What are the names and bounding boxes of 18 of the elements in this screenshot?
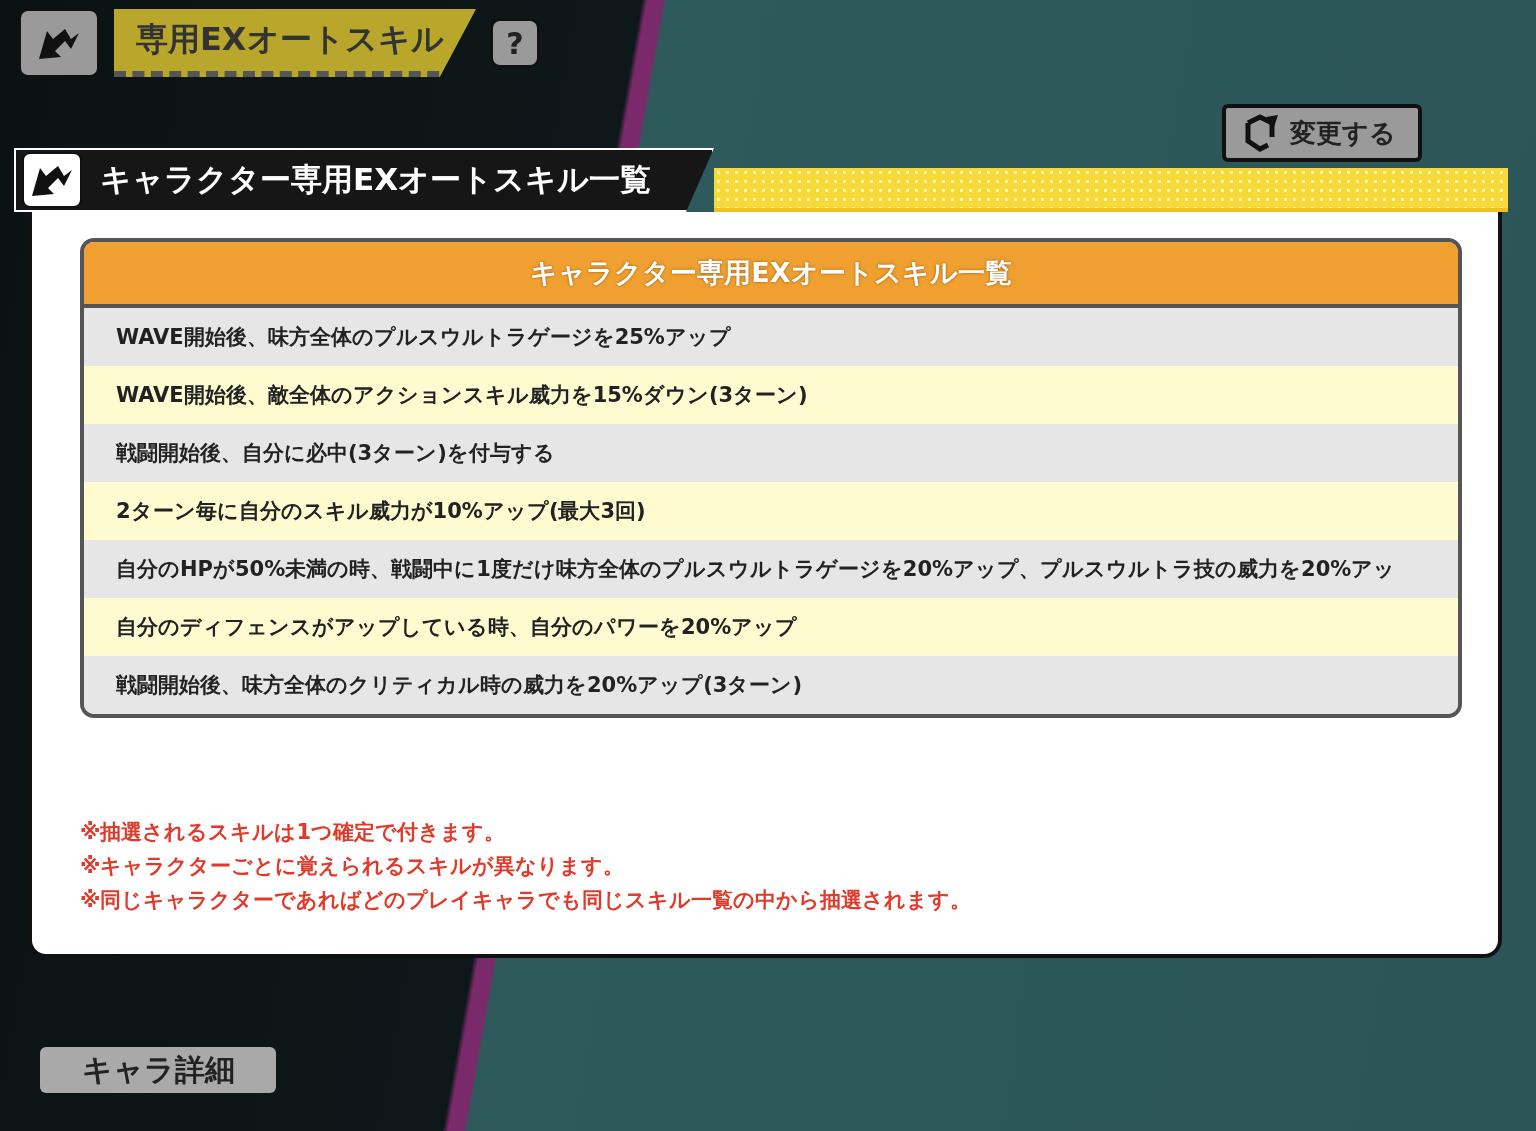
skill-row: 自分のディフェンスがアップしている時、自分のパワーを20%アップ xyxy=(84,598,1458,656)
character-detail-button[interactable]: キャラ詳細 xyxy=(40,1047,276,1093)
help-button[interactable]: ? xyxy=(490,18,540,68)
screen-title: 専用EXオートスキル xyxy=(114,9,476,77)
skill-row: 2ターン毎に自分のスキル威力が10%アップ(最大3回) xyxy=(84,482,1458,540)
skill-row: 自分のHPが50%未満の時、戦闘中に1度だけ味方全体のプルスウルトラゲージを20%アップ、プルスウルトラ技の威力を20%アッ xyxy=(84,540,1458,598)
skill-row: 戦闘開始後、味方全体のクリティカル時の威力を20%アップ(3ターン) xyxy=(84,656,1458,714)
table-heading: キャラクター専用EXオートスキル一覧 xyxy=(84,242,1458,308)
dialog-title: キャラクター専用EXオートスキル一覧 xyxy=(100,160,652,199)
skill-row: 戦闘開始後、自分に必中(3ターン)を付与する xyxy=(84,424,1458,482)
skill-row: WAVE開始後、敵全体のアクションスキル威力を15%ダウン(3ターン) xyxy=(84,366,1458,424)
note-text: ※キャラクターごとに覚えられるスキルが異なります。 xyxy=(80,853,626,880)
skill-row: WAVE開始後、味方全体のプルスウルトラゲージを25%アップ xyxy=(84,308,1458,366)
note-text: ※抽選されるスキルは1つ確定で付きます。 xyxy=(80,819,507,846)
note-text: ※同じキャラクターであればどのプレイキャラでも同じスキル一覧の中から抽選されます。 xyxy=(80,887,973,914)
change-button[interactable]: 変更する xyxy=(1222,104,1422,162)
back-button[interactable] xyxy=(18,8,100,78)
dialog-back-button[interactable] xyxy=(22,152,82,208)
